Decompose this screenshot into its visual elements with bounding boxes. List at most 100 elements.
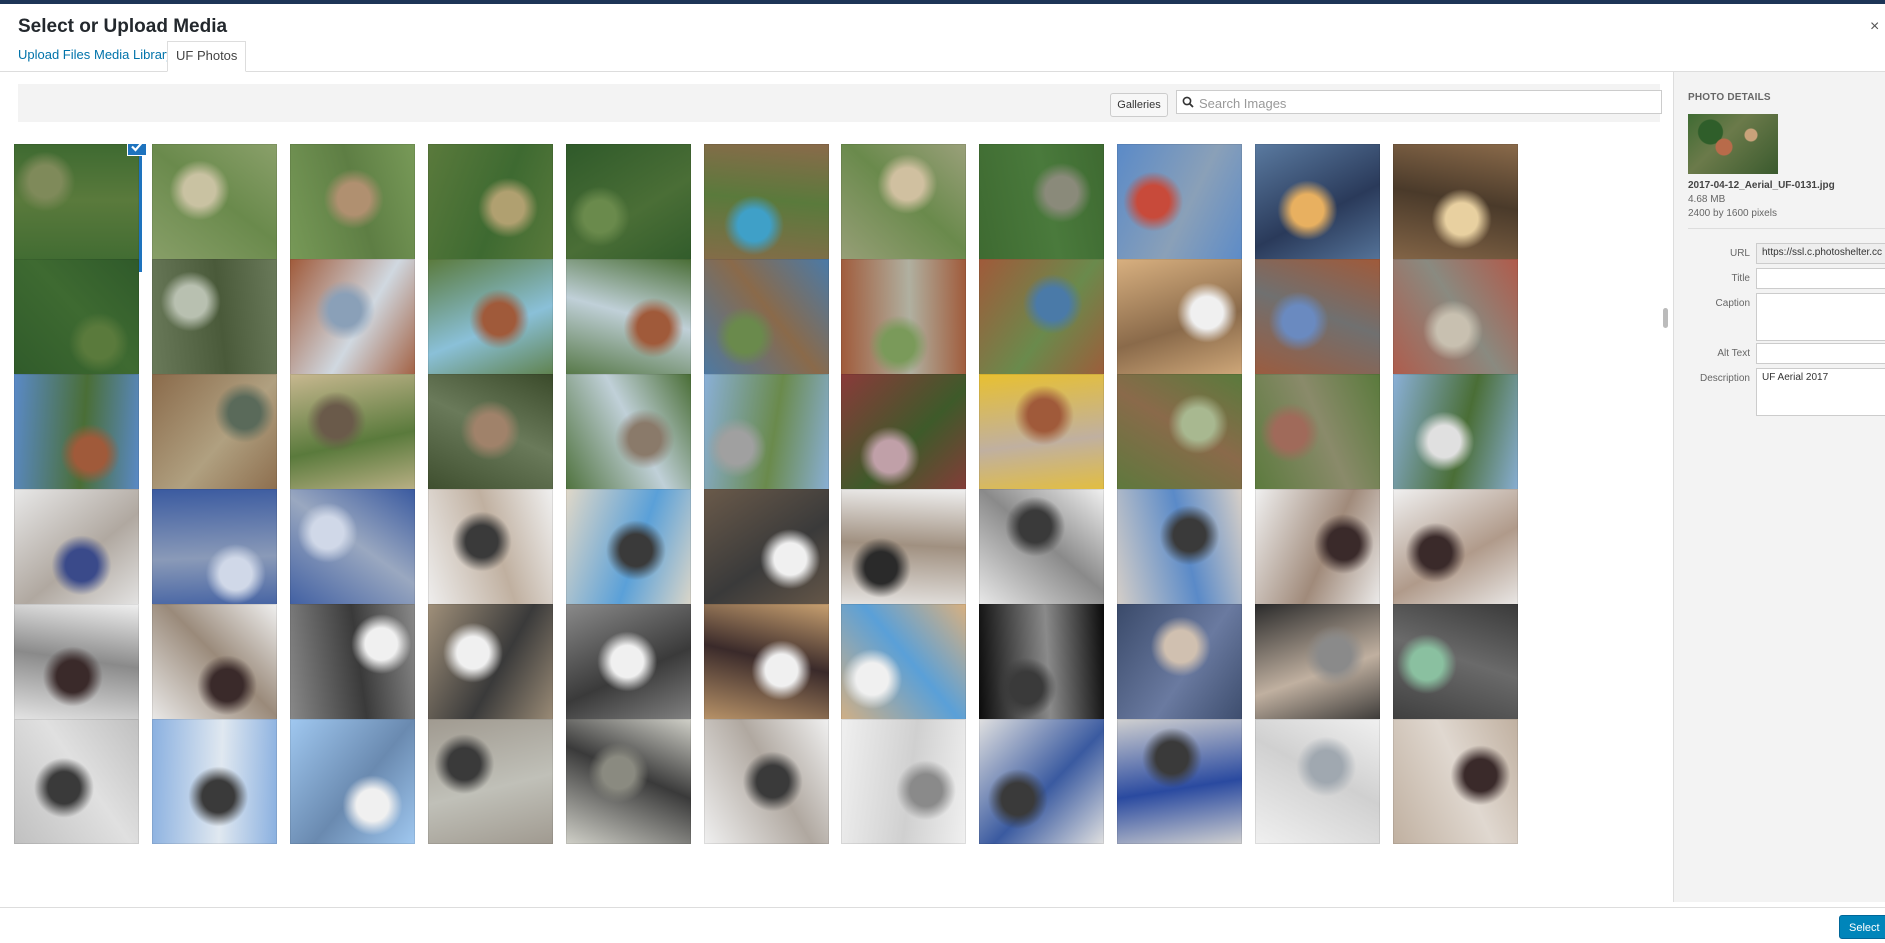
photo-thumbnail[interactable] [1255, 604, 1380, 729]
photo-thumbnail[interactable] [1255, 144, 1380, 269]
photo-thumbnail[interactable] [152, 144, 277, 269]
photo-thumbnail[interactable] [841, 374, 966, 499]
photo-thumbnail[interactable] [14, 719, 139, 844]
photo-thumbnail[interactable] [14, 144, 147, 272]
photo-details-panel: PHOTO DETAILS 2017-04-12_Aerial_UF-0131.… [1673, 72, 1885, 902]
photo-thumbnail[interactable] [1117, 259, 1242, 384]
media-modal: Select or Upload Media × Upload Files Me… [0, 4, 1885, 943]
search-icon [1182, 96, 1194, 108]
description-field[interactable]: UF Aerial 2017 [1756, 368, 1885, 416]
photo-thumbnail[interactable] [152, 374, 277, 499]
photo-filename: 2017-04-12_Aerial_UF-0131.jpg [1688, 180, 1835, 191]
photo-thumbnail[interactable] [1393, 489, 1518, 614]
grid-scrollbar[interactable] [1662, 138, 1670, 902]
details-divider [1688, 228, 1885, 229]
tab-uf-photos[interactable]: UF Photos [167, 41, 247, 72]
description-label: Description [1699, 373, 1750, 384]
photo-thumbnail[interactable] [704, 144, 829, 269]
photo-thumbnail[interactable] [841, 719, 966, 844]
photo-thumbnail[interactable] [428, 604, 553, 729]
photo-thumbnail[interactable] [1117, 144, 1242, 269]
photo-thumbnail[interactable] [290, 604, 415, 729]
search-box [1176, 90, 1662, 114]
photo-thumbnail[interactable] [1255, 719, 1380, 844]
photo-thumbnail[interactable] [1393, 144, 1518, 269]
photo-thumbnail[interactable] [152, 259, 277, 384]
photo-thumbnail[interactable] [1117, 604, 1242, 729]
photo-thumbnail[interactable] [704, 489, 829, 614]
photo-thumbnail[interactable] [704, 719, 829, 844]
photo-thumbnail[interactable] [841, 144, 966, 269]
galleries-button[interactable]: Galleries [1110, 93, 1168, 117]
photo-thumbnail[interactable] [1393, 719, 1518, 844]
photo-thumbnail[interactable] [1255, 259, 1380, 384]
photo-thumbnail[interactable] [979, 144, 1104, 269]
photo-thumbnail[interactable] [1393, 374, 1518, 499]
photo-thumbnail[interactable] [152, 719, 277, 844]
title-label: Title [1731, 273, 1750, 284]
alt-text-label: Alt Text [1717, 348, 1750, 359]
url-field[interactable]: https://ssl.c.photoshelter.cc [1756, 243, 1885, 264]
photo-thumbnail[interactable] [290, 259, 415, 384]
photo-thumbnail[interactable] [428, 144, 553, 269]
photo-thumbnail[interactable] [566, 144, 691, 269]
selected-check-icon[interactable] [127, 144, 147, 156]
photo-thumbnail[interactable] [979, 489, 1104, 614]
photo-thumbnail[interactable] [1393, 604, 1518, 729]
title-field[interactable] [1756, 268, 1885, 289]
photo-thumbnail[interactable] [1117, 374, 1242, 499]
photo-thumbnail[interactable] [14, 489, 139, 614]
media-toolbar: Galleries [18, 84, 1662, 122]
photo-thumbnail[interactable] [14, 374, 139, 499]
photo-thumbnail[interactable] [979, 719, 1104, 844]
select-button[interactable]: Select [1839, 915, 1885, 939]
photo-thumbnail[interactable] [979, 374, 1104, 499]
photo-thumbnail[interactable] [428, 719, 553, 844]
photo-thumbnail[interactable] [290, 489, 415, 614]
photo-thumbnail[interactable] [290, 374, 415, 499]
photo-thumbnail[interactable] [290, 719, 415, 844]
modal-title: Select or Upload Media [18, 16, 228, 37]
photo-thumbnail[interactable] [566, 489, 691, 614]
photo-thumbnail[interactable] [1393, 259, 1518, 384]
tab-media-library[interactable]: Media Library [94, 47, 173, 63]
photo-dimensions: 2400 by 1600 pixels [1688, 208, 1777, 219]
photo-thumbnail[interactable] [704, 604, 829, 729]
photo-thumbnail[interactable] [841, 604, 966, 729]
photo-thumbnail[interactable] [152, 604, 277, 729]
photo-thumbnail[interactable] [979, 604, 1104, 729]
photo-details-heading: PHOTO DETAILS [1688, 92, 1771, 103]
photo-thumbnail[interactable] [979, 259, 1104, 384]
browser-content: Galleries [6, 72, 1671, 902]
scrollbar-thumb[interactable] [1663, 308, 1668, 328]
photo-thumbnail[interactable] [428, 489, 553, 614]
photo-thumbnail[interactable] [841, 489, 966, 614]
tab-upload-files[interactable]: Upload Files [18, 47, 90, 63]
photo-thumbnail[interactable] [14, 259, 139, 384]
tab-bar: Upload Files Media Library UF Photos [0, 41, 1885, 72]
photo-thumbnail[interactable] [566, 604, 691, 729]
photo-thumbnail[interactable] [1255, 489, 1380, 614]
alt-text-field[interactable] [1756, 343, 1885, 364]
photo-thumbnail[interactable] [1255, 374, 1380, 499]
close-icon[interactable]: × [1870, 18, 1879, 36]
photo-thumbnail[interactable] [290, 144, 415, 269]
modal-footer: Select [0, 907, 1885, 943]
photo-thumbnail[interactable] [704, 374, 829, 499]
photo-thumbnail[interactable] [704, 259, 829, 384]
photo-grid [14, 144, 1534, 898]
photo-thumbnail[interactable] [152, 489, 277, 614]
search-input[interactable] [1197, 92, 1661, 114]
caption-field[interactable] [1756, 293, 1885, 341]
photo-thumbnail[interactable] [566, 719, 691, 844]
photo-filesize: 4.68 MB [1688, 194, 1726, 205]
photo-thumbnail[interactable] [1117, 719, 1242, 844]
photo-thumbnail[interactable] [841, 259, 966, 384]
photo-thumbnail[interactable] [14, 604, 139, 729]
photo-thumbnail[interactable] [1117, 489, 1242, 614]
selected-photo-thumbnail [1688, 114, 1778, 174]
photo-thumbnail[interactable] [428, 259, 553, 384]
photo-thumbnail[interactable] [428, 374, 553, 499]
photo-thumbnail[interactable] [566, 259, 691, 384]
photo-thumbnail[interactable] [566, 374, 691, 499]
